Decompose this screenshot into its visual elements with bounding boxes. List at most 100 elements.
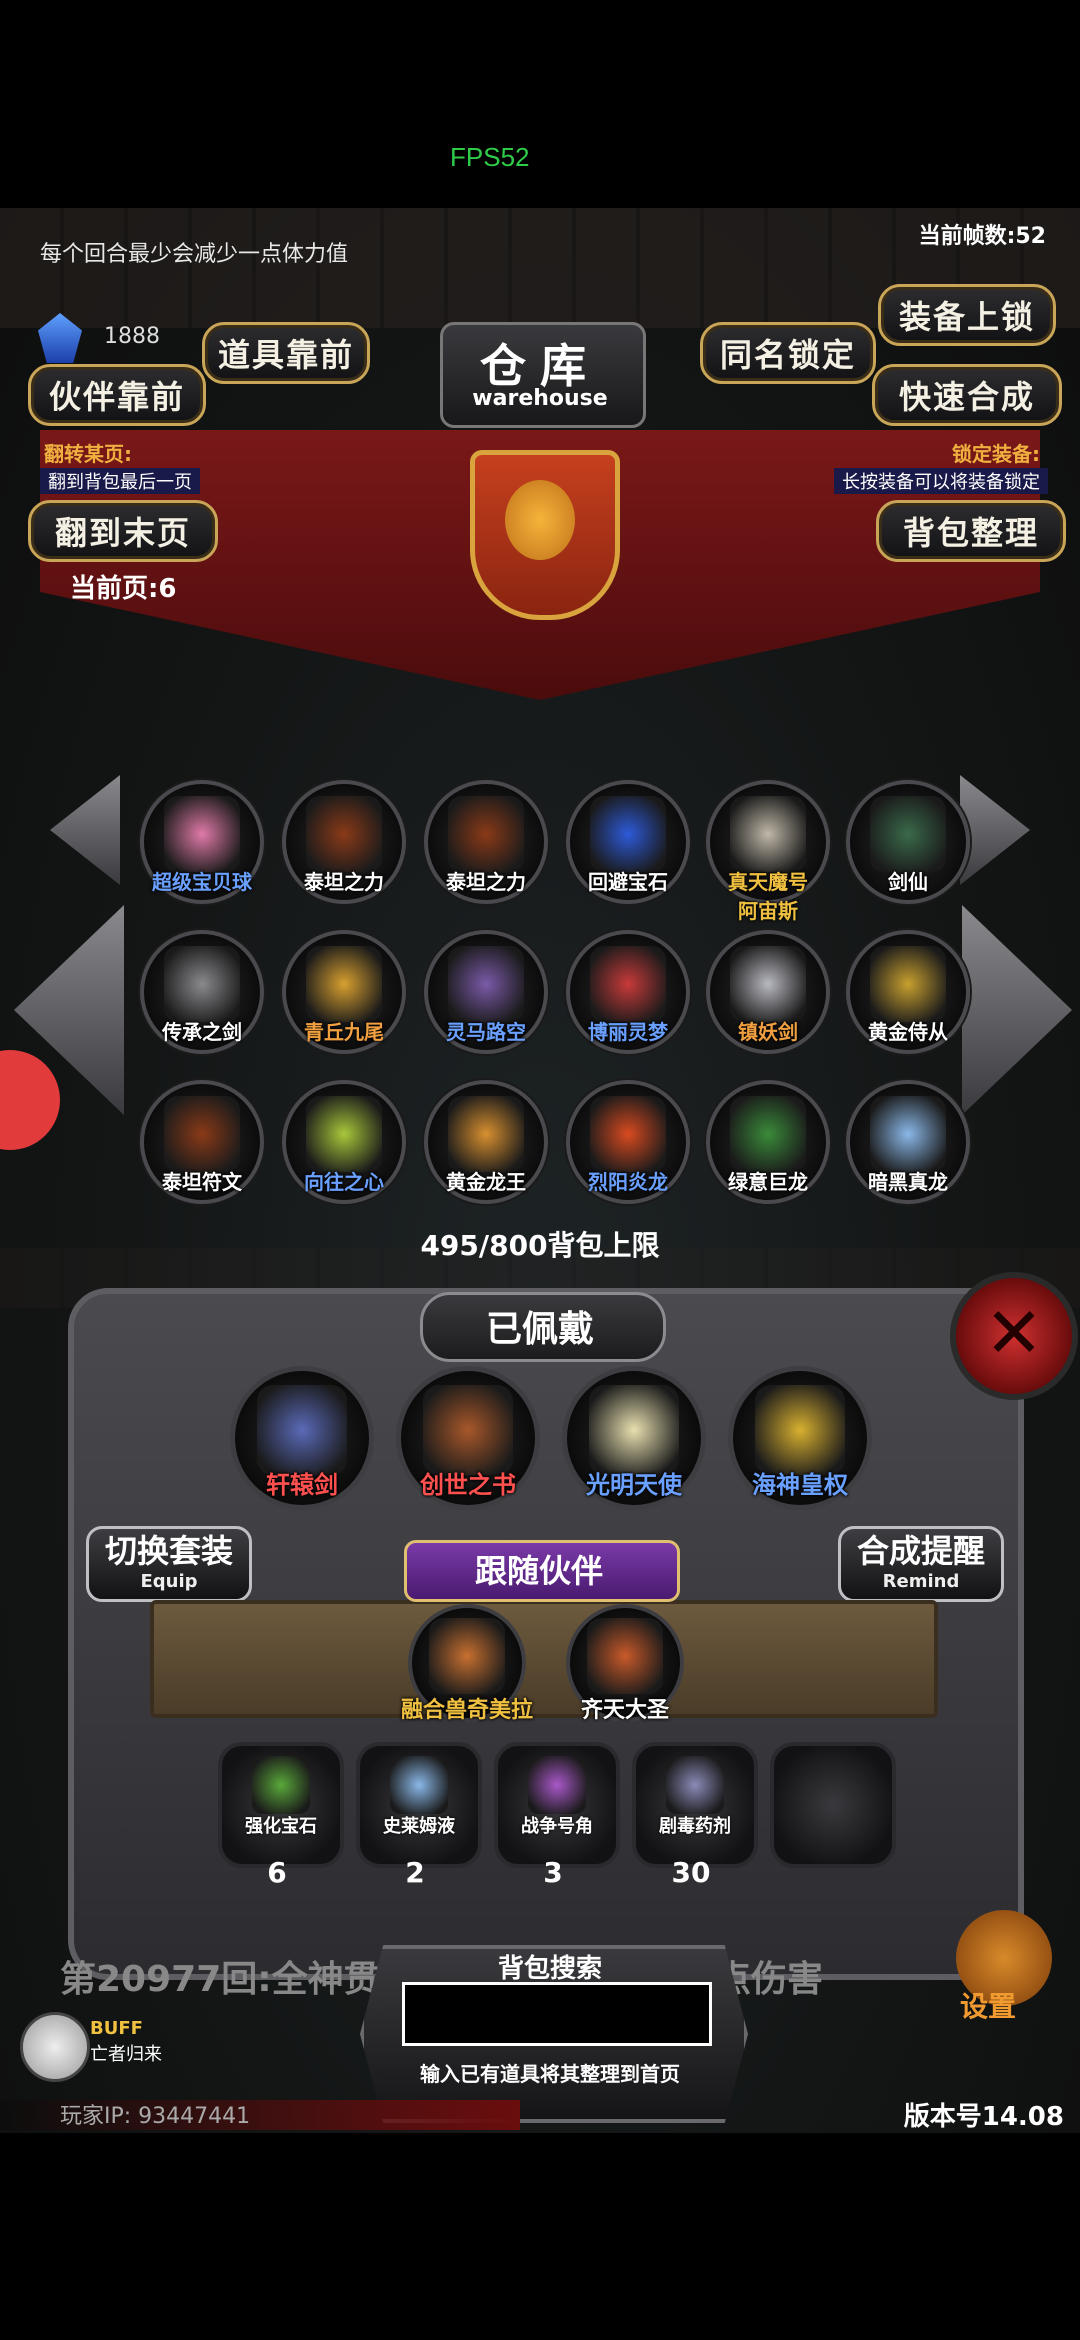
partner-label: 齐天大圣 (580, 1698, 669, 1723)
inventory-slot[interactable]: 泰坦符文 (140, 1080, 264, 1204)
items-front-button[interactable]: 道具靠前 (202, 322, 370, 384)
reimu-icon (590, 946, 666, 1022)
titan-stone-icon (306, 796, 382, 872)
inventory-item-label: 黄金侍从 (868, 1020, 948, 1044)
nine-tail-fox-icon (306, 946, 382, 1022)
partner-slot[interactable]: 齐天大圣 (566, 1604, 684, 1723)
equipped-slot[interactable]: 轩辕剑 (230, 1366, 374, 1510)
angel-icon (589, 1385, 679, 1475)
same-name-lock-button[interactable]: 同名锁定 (700, 322, 876, 384)
switch-set-sub: Equip (140, 1571, 198, 1592)
hint-text: 每个回合最少会减少一点体力值 (40, 242, 349, 267)
golden-servant-icon (870, 946, 946, 1022)
inventory-slot[interactable]: 剑仙 (846, 780, 970, 904)
inventory-slot[interactable]: 真天魔号 阿宙斯 (706, 780, 830, 923)
golden-dragon-icon (448, 1096, 524, 1172)
inventory-slot[interactable]: 暗黑真龙 (846, 1080, 970, 1204)
buff-desc: 亡者归来 (90, 2044, 162, 2065)
consumable-label: 战争号角 (521, 1816, 593, 1837)
flip-note-title: 翻转某页: (44, 442, 132, 466)
partner-front-button[interactable]: 伙伴靠前 (28, 364, 206, 426)
fire-dragon-icon (590, 1096, 666, 1172)
monkey-king-icon (587, 1618, 663, 1694)
synth-remind-label: 合成提醒 (856, 1532, 985, 1570)
inventory-slot[interactable]: 灵马路空 (424, 930, 548, 1054)
inventory-slot[interactable]: 博丽灵梦 (566, 930, 690, 1054)
inventory-slot[interactable]: 回避宝石 (566, 780, 690, 904)
version-label: 版本号14.08 (903, 2102, 1064, 2132)
flip-last-button[interactable]: 翻到末页 (28, 500, 218, 562)
consumable-label: 史莱姆液 (383, 1816, 455, 1837)
inventory-slot[interactable]: 烈阳炎龙 (566, 1080, 690, 1204)
demon-sword-icon (730, 946, 806, 1022)
arceus-icon (730, 796, 806, 872)
frame-rate-label: 当前帧数:52 (918, 224, 1046, 249)
inventory-slot[interactable]: 泰坦之力 (282, 780, 406, 904)
lock-note-desc: 长按装备可以将装备锁定 (834, 468, 1048, 494)
inventory-slot[interactable]: 黄金侍从 (846, 930, 970, 1054)
slime-potion-icon (390, 1756, 448, 1814)
close-button[interactable]: ✕ (950, 1272, 1078, 1400)
bag-capacity: 495/800背包上限 (420, 1229, 660, 1262)
equipped-slot[interactable]: 海神皇权 (728, 1366, 872, 1510)
settings-label[interactable]: 设置 (960, 1985, 1016, 2025)
chimera-icon (429, 1618, 505, 1694)
titan-stone-icon (448, 796, 524, 872)
equip-lock-button[interactable]: 装备上锁 (878, 284, 1056, 346)
bag-sort-button[interactable]: 背包整理 (876, 500, 1066, 562)
consumable-count: 30 (671, 1856, 711, 1889)
search-input[interactable] (402, 1982, 712, 2046)
green-gem-icon (252, 1756, 310, 1814)
xuanyuan-sword-icon (257, 1385, 347, 1475)
switch-set-label: 切换套装 (104, 1532, 233, 1570)
switch-set-button[interactable]: 切换套装 Equip (86, 1526, 252, 1602)
fps-counter: FPS52 (450, 142, 530, 172)
inventory-slot[interactable]: 超级宝贝球 (140, 780, 264, 904)
equipped-item-label: 海神皇权 (752, 1471, 848, 1499)
inventory-slot[interactable]: 镇妖剑 (706, 930, 830, 1054)
consumable-count: 6 (267, 1856, 287, 1889)
dark-dragon-icon (870, 1096, 946, 1172)
equipped-title: 已佩戴 (485, 1309, 594, 1350)
flip-note-desc: 翻到背包最后一页 (40, 468, 200, 494)
spirit-horse-icon (448, 946, 524, 1022)
empty-slot[interactable] (770, 1742, 896, 1868)
inventory-slot[interactable]: 泰坦之力 (424, 780, 548, 904)
inventory-slot[interactable]: 传承之剑 (140, 930, 264, 1054)
player-ip: 玩家IP: 93447441 (60, 2104, 251, 2129)
skull-buff-icon[interactable] (20, 2012, 90, 2082)
inventory-slot[interactable]: 绿意巨龙 (706, 1080, 830, 1204)
synth-remind-button[interactable]: 合成提醒 Remind (838, 1526, 1004, 1602)
equipped-slot[interactable]: 创世之书 (396, 1366, 540, 1510)
buff-title: BUFF (90, 2018, 143, 2039)
search-hint: 输入已有道具将其整理到首页 (420, 2062, 680, 2086)
equipped-slot[interactable]: 光明天使 (562, 1366, 706, 1510)
consumable-slot[interactable]: 战争号角 (494, 1742, 620, 1868)
partner-title: 跟随伙伴 (474, 1552, 603, 1590)
consumable-slot[interactable]: 强化宝石 (218, 1742, 344, 1868)
inventory-slot[interactable]: 黄金龙王 (424, 1080, 548, 1204)
sword-immortal-icon (870, 796, 946, 872)
quick-synth-button[interactable]: 快速合成 (872, 364, 1062, 426)
consumable-label: 强化宝石 (245, 1816, 317, 1837)
partner-slot[interactable]: 融合兽奇美拉 (401, 1604, 533, 1723)
consumable-count: 2 (405, 1856, 425, 1889)
sword-icon (164, 946, 240, 1022)
consumable-slot[interactable]: 史莱姆液 (356, 1742, 482, 1868)
lock-note-title: 锁定装备: (952, 442, 1040, 466)
inventory-item-label: 剑仙 (888, 870, 928, 894)
synth-remind-sub: Remind (882, 1571, 960, 1592)
inventory-slot[interactable]: 向往之心 (282, 1080, 406, 1204)
consumable-slot[interactable]: 剧毒药剂 (632, 1742, 758, 1868)
equipped-item-label: 光明天使 (586, 1471, 682, 1499)
close-icon: ✕ (984, 1292, 1044, 1374)
lion-icon (505, 480, 575, 560)
titan-rune-icon (164, 1096, 240, 1172)
inventory-item-label: 暗黑真龙 (868, 1170, 948, 1194)
heart-icon (306, 1096, 382, 1172)
inventory-slot[interactable]: 青丘九尾 (282, 930, 406, 1054)
blue-orb-icon (590, 796, 666, 872)
pokeball-icon (164, 796, 240, 872)
book-icon (423, 1385, 513, 1475)
equipped-item-label: 创世之书 (420, 1471, 516, 1499)
